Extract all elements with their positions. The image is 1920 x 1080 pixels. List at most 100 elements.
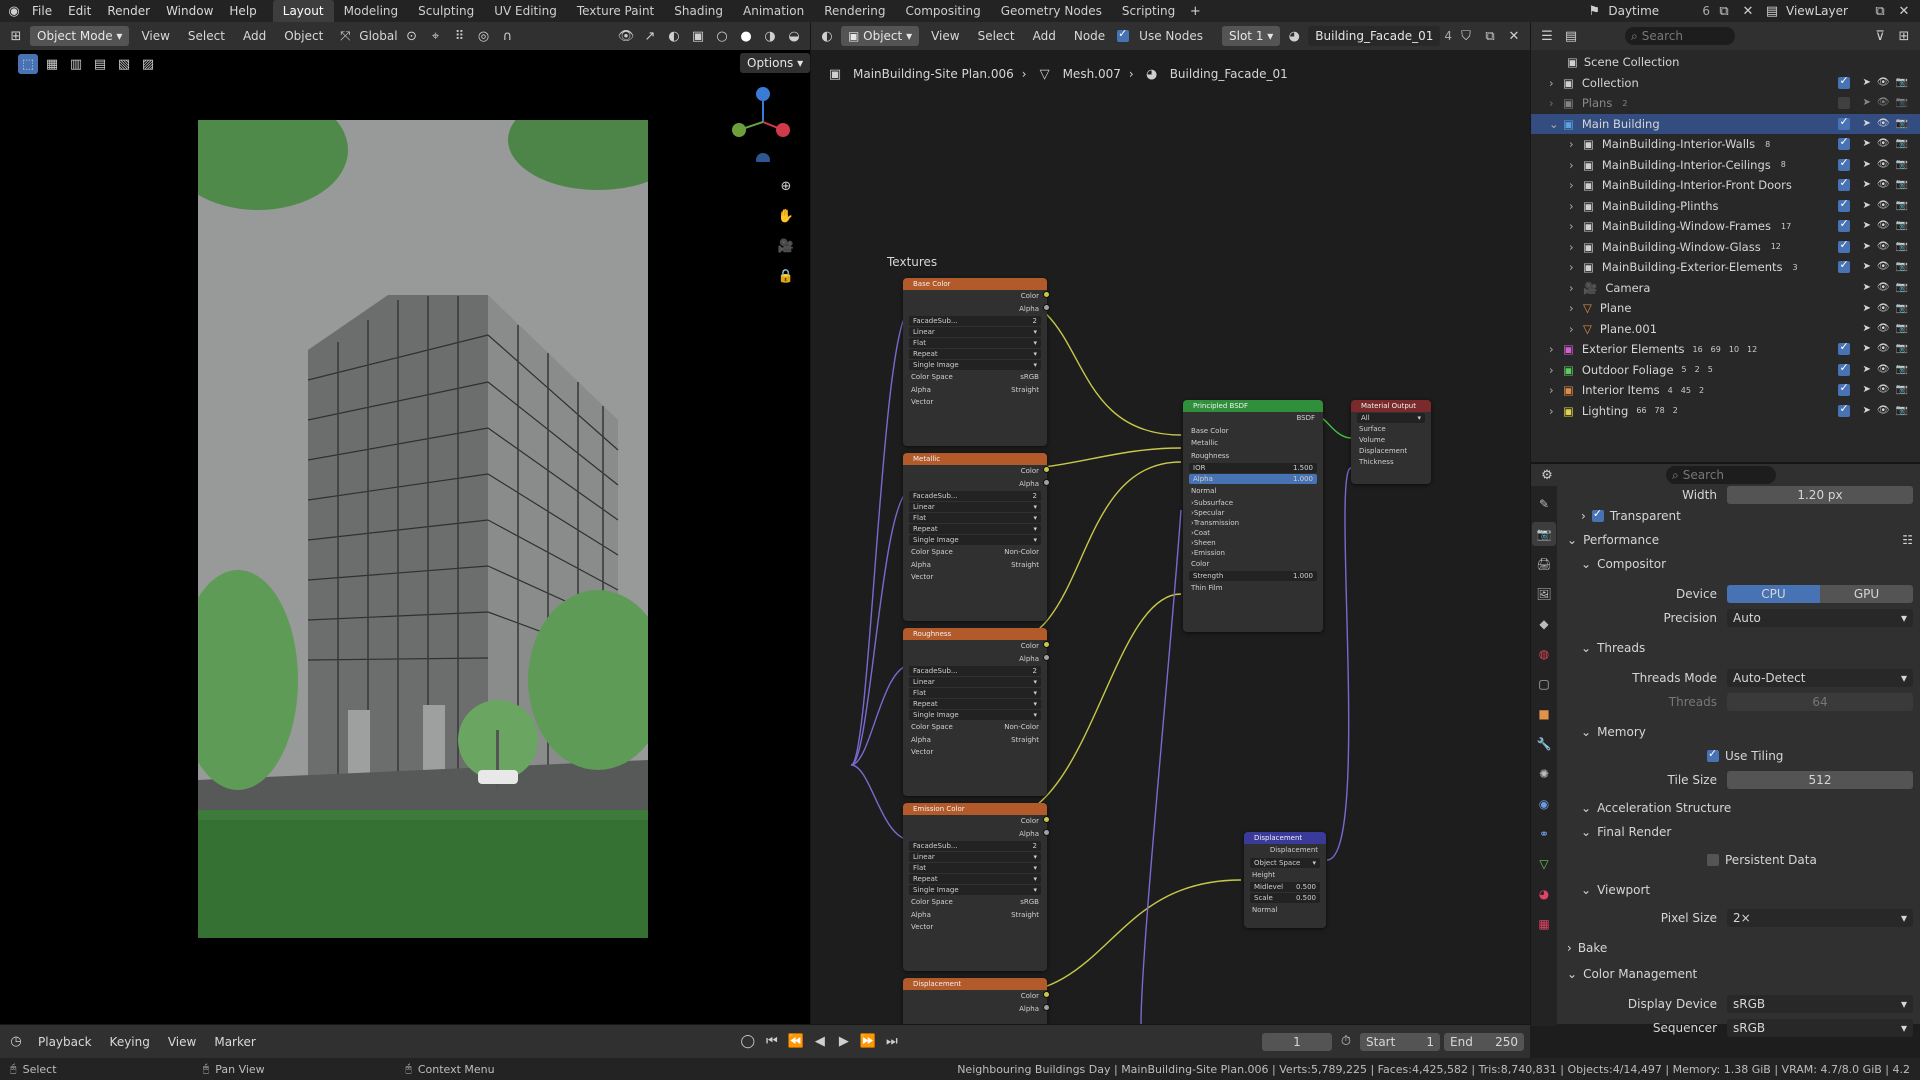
scene-collection-row[interactable]: ▣ Scene Collection [1531,52,1920,73]
image-selector[interactable]: FacadeSub... 2 [909,491,1041,501]
node-menu-select[interactable]: Select [970,25,1023,47]
tab-animation[interactable]: Animation [733,0,814,22]
exclude-checkbox[interactable] [1838,217,1851,233]
render-camera-icon[interactable]: 📷 [1896,241,1908,253]
expand-arrow-icon[interactable]: › [1569,281,1583,295]
tab-sculpting[interactable]: Sculpting [408,0,484,22]
eye-icon[interactable]: 👁 [1877,364,1890,376]
select-arrow-icon[interactable]: ➤ [1862,97,1870,109]
mode-dropdown[interactable]: Object Mode ▾ [30,26,130,46]
bsdf-panel-row[interactable]: › Sheen [1183,538,1323,548]
alpha-mode-value[interactable]: Straight [1011,559,1039,572]
render-camera-icon[interactable]: 📷 [1896,138,1908,150]
lock-camera-icon[interactable]: 🔒 [776,266,796,286]
timeline-menu-keying[interactable]: Keying [102,1031,158,1053]
threads-panel[interactable]: ⌄ Threads [1567,636,1913,660]
tab-texture-paint[interactable]: Texture Paint [567,0,664,22]
alpha-socket[interactable] [1043,304,1050,311]
outliner-row[interactable]: ›▣ Lighting 66 78 2 ➤ 👁 📷 [1531,401,1920,422]
device-cpu-button[interactable]: CPU [1727,585,1820,603]
eye-icon[interactable]: 👁 [1877,241,1890,253]
next-keyframe-icon[interactable]: ⏩ [858,1032,878,1052]
select-intersect-icon[interactable]: ▨ [138,54,158,74]
texture-src-dropdown[interactable]: Single Image ▾ [909,885,1041,895]
timeline-type-icon[interactable]: ◷ [6,1032,26,1052]
eye-icon[interactable]: 👁 [1877,118,1890,130]
exclude-checkbox[interactable] [1838,238,1851,253]
texture-ext-dropdown[interactable]: Repeat ▾ [909,524,1041,534]
ior-field[interactable]: IOR 1.500 [1189,463,1317,473]
viewport-3d[interactable]: ⬚ ▦ ▥ ▤ ▧ ▨ Options ▾ ⊕ ✋ 🎥 🔒 [0,50,811,1024]
expand-arrow-icon[interactable]: › [1549,363,1563,377]
tab-compositing[interactable]: Compositing [895,0,990,22]
select-arrow-icon[interactable]: ➤ [1862,220,1870,232]
alpha-socket[interactable] [1043,829,1050,836]
select-arrow-icon[interactable]: ➤ [1862,384,1870,396]
falloff-icon[interactable]: ∩ [498,26,518,46]
add-workspace-icon[interactable]: + [1185,1,1205,21]
menu-render[interactable]: Render [99,0,158,22]
texture-interp-dropdown[interactable]: Linear ▾ [909,852,1041,862]
tab-shading[interactable]: Shading [664,0,733,22]
select-arrow-icon[interactable]: ➤ [1862,261,1870,273]
zoom-icon[interactable]: ⊕ [776,176,796,196]
proportional-icon[interactable]: ◎ [474,26,494,46]
eye-icon[interactable]: 👁 [1877,261,1890,273]
timeline-menu-view[interactable]: View [160,1031,204,1053]
select-subtract-icon[interactable]: ▤ [90,54,110,74]
select-box-icon[interactable]: ⬚ [18,54,38,74]
options-button[interactable]: Options ▾ [740,53,811,73]
threads-mode-dropdown[interactable]: Auto-Detect ▾ [1727,669,1913,687]
colorspace-value[interactable]: Non-Color [1004,721,1039,734]
xray-icon[interactable]: ▣ [688,26,708,46]
viewport-panel[interactable]: ⌄ Viewport [1567,878,1913,902]
timeline-menu-marker[interactable]: Marker [206,1031,263,1053]
select-arrow-icon[interactable]: ➤ [1862,200,1870,212]
image-selector[interactable]: FacadeSub... 2 [909,666,1041,676]
expand-arrow-icon[interactable]: › [1549,383,1563,397]
menu-edit[interactable]: Edit [60,0,99,22]
tab-rendering[interactable]: Rendering [814,0,895,22]
close-scene-icon[interactable]: ✕ [1738,1,1758,21]
color-socket[interactable] [1043,816,1050,823]
expand-arrow-icon[interactable]: › [1569,158,1583,172]
eye-icon[interactable]: 👁 [1877,405,1890,417]
eye-icon[interactable]: 👁 [1877,384,1890,396]
image-texture-node[interactable]: Base Color Color Alpha FacadeSub... 2 Linear ▾… [903,278,1047,446]
node-menu-add[interactable]: Add [1025,25,1064,47]
alpha-socket[interactable] [1043,1004,1050,1011]
copy-scene-icon[interactable]: ⧉ [1714,1,1734,21]
current-frame-field[interactable]: 1 [1262,1032,1332,1051]
jump-start-icon[interactable]: ⏮ [762,1032,782,1052]
outliner-row[interactable]: ›▣ Exterior Elements 16 69 10 12 ➤ 👁 📷 [1531,339,1920,360]
eye-icon[interactable]: 👁 [1877,220,1890,232]
select-arrow-icon[interactable]: ➤ [1862,343,1870,355]
eye-icon[interactable]: 👁 [1877,303,1890,314]
orientation-dropdown[interactable]: Global [359,29,397,43]
eye-icon[interactable]: 👁 [1877,282,1890,293]
select-arrow-icon[interactable]: ➤ [1862,138,1870,150]
blender-logo-icon[interactable]: ◉ [4,1,24,21]
outliner-row[interactable]: ›▣ MainBuilding-Window-Glass 12 ➤ 👁 📷 [1531,237,1920,258]
visibility-icon[interactable]: 👁 [616,26,636,46]
select-invert-icon[interactable]: ▧ [114,54,134,74]
exclude-checkbox[interactable] [1838,176,1851,192]
select-new-icon[interactable]: ▦ [42,54,62,74]
bake-panel[interactable]: › Bake [1567,936,1913,960]
select-arrow-icon[interactable]: ➤ [1862,77,1870,89]
bsdf-panel-row[interactable]: › Coat [1183,528,1323,538]
performance-panel[interactable]: ⌄ Performance ☷ [1567,528,1913,552]
transparent-row[interactable]: › Transparent [1567,504,1913,528]
alpha-mode-value[interactable]: Straight [1011,384,1039,397]
node-editor-canvas[interactable]: ▣ MainBuilding-Site Plan.006 › ▽ Mesh.00… [810,50,1530,1024]
persistent-data-checkbox[interactable] [1707,854,1719,866]
exclude-checkbox[interactable] [1838,115,1851,130]
outliner-row[interactable]: ›▣ MainBuilding-Interior-Ceilings 8 ➤ 👁 📷 [1531,155,1920,176]
bsdf-panel-row[interactable]: › Emission [1183,548,1323,558]
texture-ext-dropdown[interactable]: Repeat ▾ [909,874,1041,884]
new-collection-icon[interactable]: ⊞ [1894,26,1914,46]
scene-name[interactable]: Daytime [1608,4,1698,18]
view-layer-tab-icon[interactable]: 🖼 [1532,582,1556,606]
precision-dropdown[interactable]: Auto ▾ [1727,609,1913,627]
prev-keyframe-icon[interactable]: ⏪ [786,1032,806,1052]
